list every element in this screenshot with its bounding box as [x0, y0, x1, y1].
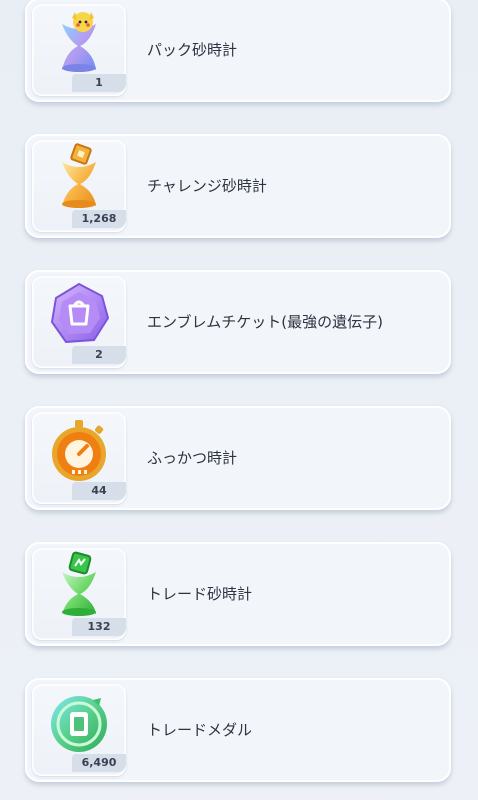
emblem-ticket-icon	[50, 282, 110, 344]
item-name: ふっかつ時計	[147, 449, 238, 467]
item-name: エンブレムチケット(最強の遺伝子)	[147, 313, 383, 331]
item-list: 1 パック砂時計 1,268 チャレンジ砂時計 2 エンブレムチケット(最強の遺…	[0, 0, 478, 800]
item-thumbnail: 2	[32, 276, 126, 368]
revive-clock-icon	[52, 420, 106, 481]
item-card-pack-hourglass[interactable]: 1 パック砂時計	[25, 0, 451, 102]
item-name: トレードメダル	[147, 721, 253, 739]
item-card-revive-clock[interactable]: 44 ふっかつ時計	[25, 406, 451, 510]
item-count: 2	[72, 346, 126, 364]
item-card-trade-hourglass[interactable]: 132 トレード砂時計	[25, 542, 451, 646]
item-name: チャレンジ砂時計	[147, 177, 267, 195]
item-count: 44	[72, 482, 126, 500]
item-name: トレード砂時計	[147, 585, 253, 603]
item-card-emblem-ticket[interactable]: 2 エンブレムチケット(最強の遺伝子)	[25, 270, 451, 374]
item-thumbnail: 132	[32, 548, 126, 640]
item-thumbnail: 1	[32, 4, 126, 96]
item-thumbnail: 6,490	[32, 684, 126, 776]
challenge-hourglass-icon	[62, 143, 96, 208]
trade-hourglass-icon	[62, 551, 96, 616]
item-count: 132	[72, 618, 126, 636]
trade-medal-icon	[51, 696, 107, 752]
item-name: パック砂時計	[147, 41, 238, 59]
item-count: 6,490	[72, 754, 126, 772]
item-card-trade-medal[interactable]: 6,490 トレードメダル	[25, 678, 451, 782]
item-count: 1	[72, 74, 126, 92]
item-card-challenge-hourglass[interactable]: 1,268 チャレンジ砂時計	[25, 134, 451, 238]
item-thumbnail: 44	[32, 412, 126, 504]
item-thumbnail: 1,268	[32, 140, 126, 232]
item-count: 1,268	[72, 210, 126, 228]
pack-hourglass-icon	[62, 12, 96, 72]
